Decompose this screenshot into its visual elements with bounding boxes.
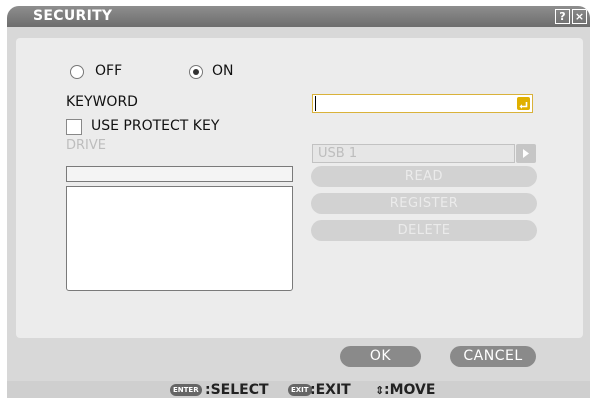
dialog-title: SECURITY — [33, 8, 113, 24]
on-radio[interactable] — [189, 65, 203, 79]
drive-path-bar — [66, 166, 293, 182]
usb-select[interactable]: USB 1 — [312, 144, 515, 163]
off-label: OFF — [95, 63, 123, 79]
close-icon[interactable]: × — [572, 9, 587, 24]
on-label: ON — [212, 63, 234, 79]
keyword-input[interactable] — [313, 98, 511, 115]
select-hint: :SELECT — [205, 382, 269, 398]
keyword-label: KEYWORD — [66, 94, 138, 110]
title-bar: SECURITY ? × — [7, 6, 590, 27]
use-protect-key-checkbox[interactable] — [66, 119, 82, 135]
enter-key-badge: ENTER — [170, 384, 202, 396]
register-button[interactable]: REGISTER — [311, 193, 537, 214]
play-arrow-icon[interactable] — [516, 144, 536, 163]
off-radio[interactable] — [70, 65, 84, 79]
delete-button[interactable]: DELETE — [311, 220, 537, 241]
security-dialog: SECURITY ? × OFF ON KEYWORD USE PROTECT … — [7, 6, 590, 398]
move-hint: :MOVE — [384, 382, 436, 398]
keyword-input-field[interactable] — [312, 94, 533, 115]
read-button[interactable]: READ — [311, 166, 537, 187]
text-caret — [315, 96, 316, 111]
cancel-button[interactable]: CANCEL — [450, 346, 536, 367]
status-bar: ENTER :SELECT EXIT :EXIT ⇕ :MOVE — [7, 381, 590, 398]
help-icon[interactable]: ? — [555, 9, 570, 24]
updown-arrow-icon: ⇕ — [375, 384, 385, 397]
enter-icon[interactable] — [517, 97, 530, 110]
exit-key-badge: EXIT — [288, 384, 312, 396]
use-protect-key-label: USE PROTECT KEY — [91, 118, 220, 134]
drive-label: DRIVE — [66, 138, 106, 153]
exit-hint: :EXIT — [310, 382, 351, 398]
drive-list[interactable] — [66, 186, 293, 291]
ok-button[interactable]: OK — [340, 346, 421, 367]
